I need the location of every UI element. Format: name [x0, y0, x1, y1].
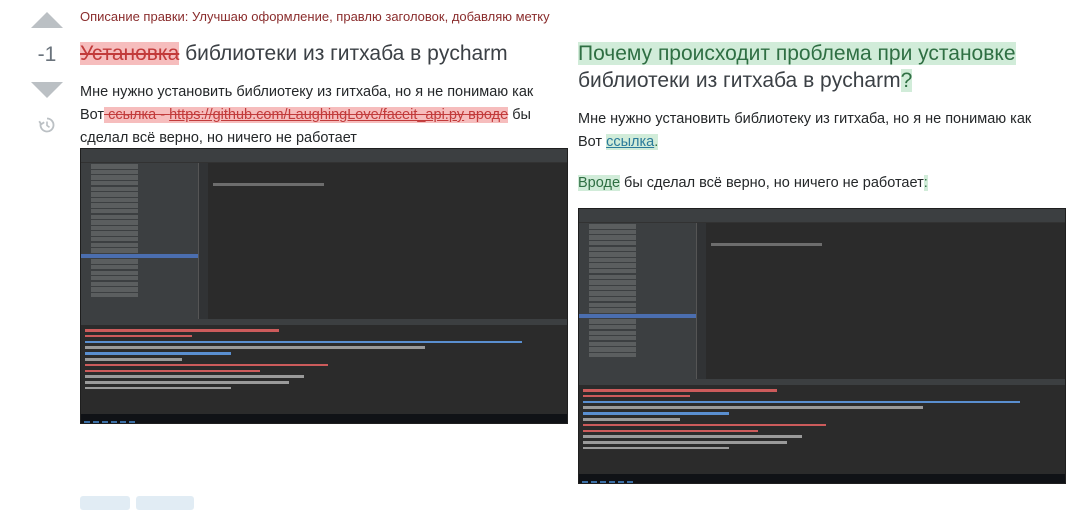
inserted-link[interactable]: ссылка: [606, 134, 654, 150]
ide-editor: [197, 163, 567, 319]
inserted-dot: .: [654, 134, 659, 150]
windows-taskbar: [81, 414, 567, 423]
deleted-word: ссылка -: [104, 107, 170, 123]
tag-chip[interactable]: [80, 496, 130, 510]
body-line: Мне нужно установить библиотеку из гитха…: [80, 84, 534, 100]
edited-body: Мне нужно установить библиотеку из гитха…: [578, 108, 1068, 154]
body-inserted-text: ссылка.: [606, 134, 659, 150]
title-text: библиотеки из гитхаба в pycharm: [179, 42, 508, 65]
original-body: Мне нужно установить библиотеку из гитха…: [80, 81, 570, 150]
deleted-link[interactable]: https://github.com/LaughingLove/faceit_a…: [169, 107, 464, 123]
inserted-colon: :: [923, 175, 928, 191]
arrow-down-icon[interactable]: [31, 82, 63, 98]
title-deleted-text: Установка: [80, 42, 180, 65]
edited-body-paragraph-2: Вроде бы сделал всё верно, но ничего не …: [578, 172, 1068, 195]
ide-toolbar: [81, 155, 567, 163]
pycharm-screenshot-original[interactable]: [80, 148, 568, 424]
vote-score: -1: [37, 43, 57, 66]
ide-toolbar: [579, 215, 1065, 223]
title-inserted-text: Почему происходит проблема при установке: [578, 42, 1016, 65]
ide-project-tree: [81, 163, 198, 319]
arrow-up-icon[interactable]: [31, 12, 63, 28]
original-title: Установка библиотеки из гитхаба в pychar…: [80, 40, 570, 67]
edit-summary: Описание правки: Улучшаю оформление, пра…: [80, 9, 550, 24]
tag-chip[interactable]: [136, 496, 194, 510]
original-revision: Установка библиотеки из гитхаба в pychar…: [80, 40, 570, 150]
pycharm-screenshot-edited[interactable]: [578, 208, 1066, 484]
title-text: библиотеки из гитхаба в pycharm: [578, 69, 901, 92]
ide-terminal-header: [579, 378, 1065, 385]
ide-project-tree: [579, 223, 696, 379]
edited-title: Почему происходит проблема при установке…: [578, 40, 1068, 94]
body-line: Мне нужно установить библиотеку из гитха…: [578, 111, 1032, 127]
body-text: бы сделал всё верно, но ничего не работа…: [620, 175, 924, 191]
ide-terminal: [579, 385, 1065, 474]
history-icon[interactable]: [38, 116, 56, 134]
windows-taskbar: [579, 474, 1065, 483]
ide-editor: [695, 223, 1065, 379]
deleted-word: вроде: [464, 107, 509, 123]
ide-terminal-header: [81, 318, 567, 325]
body-vot: Вот: [80, 107, 105, 123]
body-deleted-text: ссылка - https://github.com/LaughingLove…: [104, 107, 509, 123]
body-vot: Вот: [578, 134, 607, 150]
ide-terminal: [81, 325, 567, 414]
edited-revision: Почему происходит проблема при установке…: [578, 40, 1068, 195]
inserted-word: Вроде: [578, 175, 621, 191]
title-inserted-qmark: ?: [900, 69, 913, 92]
